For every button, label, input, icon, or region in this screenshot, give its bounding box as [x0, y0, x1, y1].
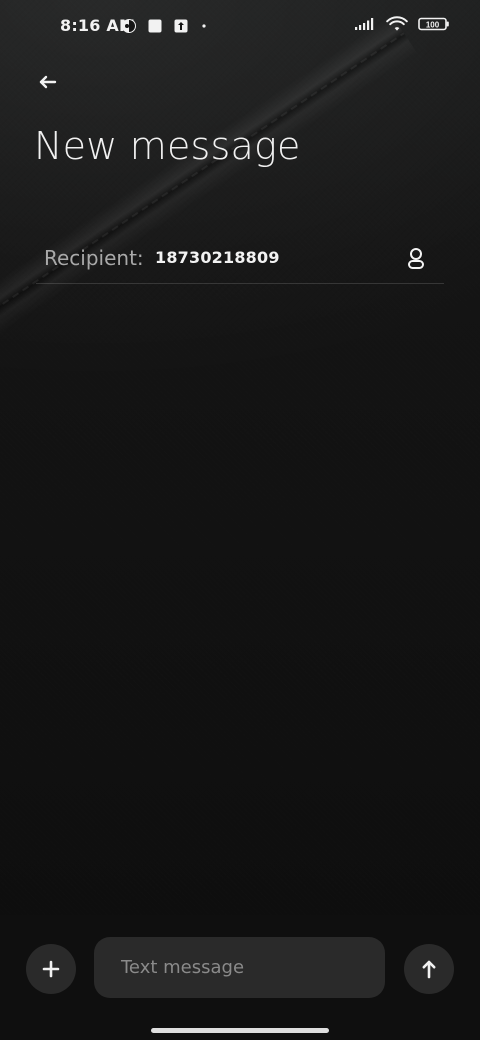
send-arrow-up-icon	[416, 956, 442, 982]
contact-picker-icon	[403, 245, 429, 271]
page-title: New message	[34, 124, 301, 168]
upload-status-icon	[173, 18, 189, 34]
message-input[interactable]	[121, 937, 385, 998]
attach-button[interactable]	[26, 944, 76, 994]
contact-picker-button[interactable]	[398, 240, 434, 276]
home-indicator[interactable]	[151, 1028, 329, 1033]
back-arrow-icon	[35, 69, 61, 95]
wifi-icon	[386, 16, 408, 32]
weather-status-icon	[121, 18, 137, 34]
cellular-signal-icon	[354, 17, 376, 31]
recipient-label: Recipient:	[44, 246, 144, 270]
recipient-row[interactable]: Recipient: 18730218809	[36, 232, 444, 284]
status-right-icons: 100	[354, 16, 450, 32]
recipient-value[interactable]: 18730218809	[155, 248, 280, 267]
message-composer	[0, 915, 480, 1040]
background-diagonal-stitch	[0, 14, 418, 345]
battery-icon: 100	[418, 17, 450, 31]
message-field[interactable]	[94, 937, 385, 998]
battery-percentage: 100	[426, 21, 440, 30]
status-bar: 8:16 AM 100	[0, 0, 480, 56]
plus-icon	[39, 957, 63, 981]
status-left-icons	[121, 18, 209, 34]
dot-status-icon	[199, 18, 209, 34]
send-button[interactable]	[404, 944, 454, 994]
notification-square-icon	[147, 18, 163, 34]
back-button[interactable]	[26, 60, 70, 104]
recipient-divider	[36, 283, 444, 284]
